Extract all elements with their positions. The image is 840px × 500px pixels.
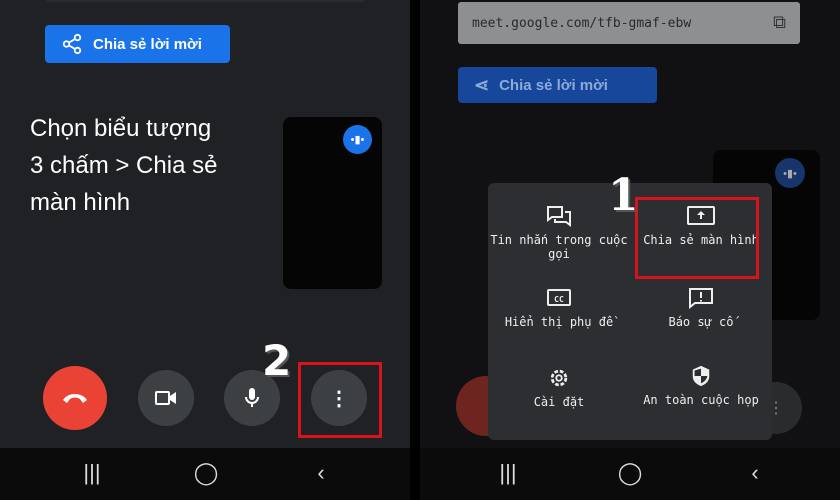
shield-icon xyxy=(692,365,710,387)
video-icon xyxy=(155,391,176,405)
left-phone-screen: Chia sẻ lời mời Chọn biểu tượng 3 chấm >… xyxy=(0,0,410,500)
highlight-box xyxy=(298,362,382,438)
menu-label: An toàn cuộc họp xyxy=(643,393,759,407)
right-phone-screen: meet.google.com/tfb-gmaf-ebw ⧉ ⋖ Chia sẻ… xyxy=(420,0,840,500)
mic-icon xyxy=(245,388,259,407)
back-icon[interactable]: ‹ xyxy=(306,460,336,486)
meeting-url: meet.google.com/tfb-gmaf-ebw xyxy=(472,15,692,31)
instruction-line: 3 chấm > Chia sẻ xyxy=(30,152,218,179)
captions-icon: CC xyxy=(547,289,571,306)
share-invite-button[interactable]: Chia sẻ lời mời xyxy=(45,25,230,63)
end-call-button[interactable] xyxy=(43,366,107,430)
menu-item-captions[interactable]: CC Hiển thị phụ đề xyxy=(488,287,630,329)
back-icon[interactable]: ‹ xyxy=(740,460,770,486)
step-number: 1 xyxy=(608,170,639,221)
copy-icon[interactable]: ⧉ xyxy=(773,12,786,33)
home-icon[interactable]: ◯ xyxy=(191,460,221,486)
share-icon: ⋖ xyxy=(474,74,490,95)
audio-level-icon: •▮• xyxy=(343,125,372,154)
recent-apps-icon[interactable]: ||| xyxy=(493,460,523,486)
instruction-text: Chọn biểu tượng 3 chấm > Chia sẻ màn hìn… xyxy=(30,110,217,221)
share-icon xyxy=(62,33,82,55)
menu-label: Cài đặt xyxy=(533,395,585,409)
settings-icon xyxy=(550,369,568,387)
menu-item-settings[interactable]: Cài đặt xyxy=(488,367,630,409)
share-invite-label: Chia sẻ lời mời xyxy=(499,76,608,94)
menu-item-safety[interactable]: An toàn cuộc họp xyxy=(630,365,772,407)
menu-item-report[interactable]: Báo sự cố xyxy=(630,287,772,329)
url-field[interactable] xyxy=(45,0,365,2)
menu-label: Báo sự cố xyxy=(668,315,734,329)
share-invite-button-dimmed[interactable]: ⋖ Chia sẻ lời mời xyxy=(458,67,657,103)
instruction-line: Chọn biểu tượng xyxy=(30,115,212,142)
svg-text:CC: CC xyxy=(554,295,564,304)
menu-label: Tin nhắn trong cuộc gọi xyxy=(490,233,628,261)
feedback-icon xyxy=(689,288,713,309)
menu-label: Hiển thị phụ đề xyxy=(504,315,614,329)
recent-apps-icon[interactable]: ||| xyxy=(77,460,107,486)
camera-button[interactable] xyxy=(138,370,194,426)
step-number: 2 xyxy=(262,336,292,385)
meeting-url-field[interactable]: meet.google.com/tfb-gmaf-ebw ⧉ xyxy=(458,2,800,44)
self-video-tile: •▮• xyxy=(283,117,382,289)
chat-icon xyxy=(547,206,571,227)
home-icon[interactable]: ◯ xyxy=(615,460,645,486)
instruction-line: màn hình xyxy=(30,189,131,216)
share-invite-label: Chia sẻ lời mời xyxy=(93,35,202,53)
android-nav-bar: ||| ◯ ‹ xyxy=(420,448,840,500)
end-call-icon xyxy=(63,394,87,403)
audio-level-icon: •▮• xyxy=(775,158,805,188)
highlight-box xyxy=(635,197,759,279)
android-nav-bar: ||| ◯ ‹ xyxy=(0,448,410,500)
